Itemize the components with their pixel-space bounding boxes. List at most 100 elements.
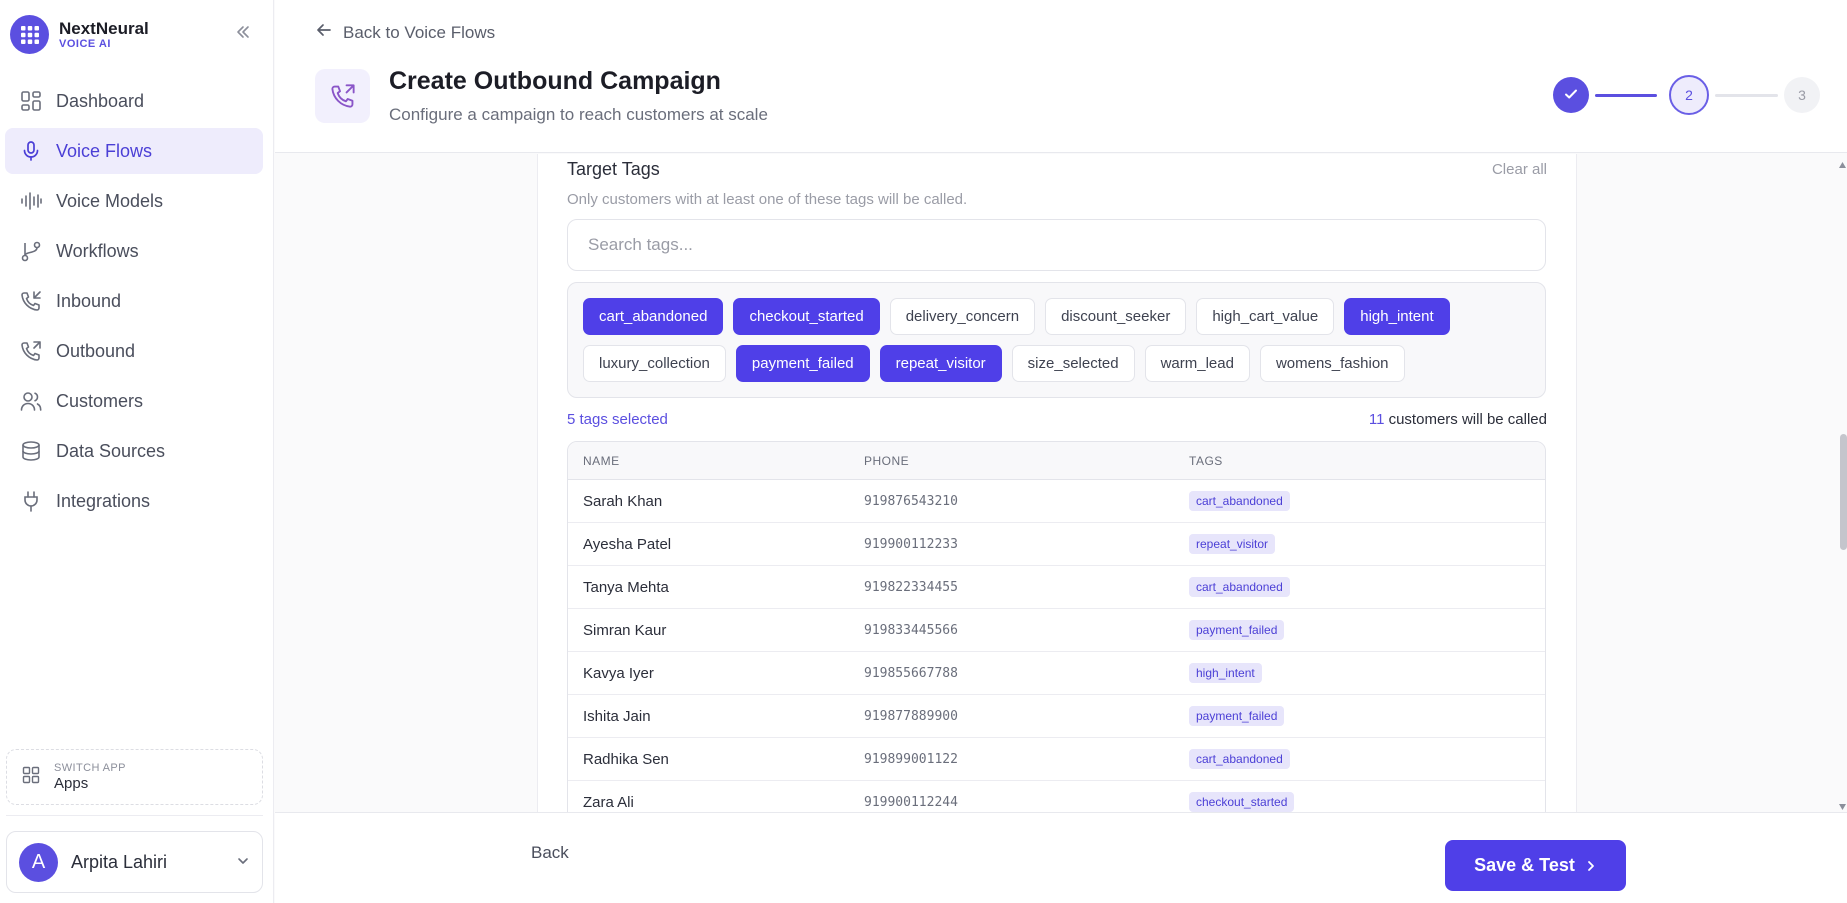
sidebar-item-inbound[interactable]: Inbound — [5, 278, 263, 324]
tag-chip-luxury-collection[interactable]: luxury_collection — [583, 345, 726, 382]
table-row[interactable]: Tanya Mehta 919822334455 cart_abandoned — [568, 566, 1545, 609]
page-title: Create Outbound Campaign — [389, 67, 721, 95]
back-to-voice-flows-link[interactable]: Back to Voice Flows — [315, 21, 495, 44]
target-tags-card: Target Tags Clear all Only customers wit… — [537, 154, 1577, 812]
database-icon — [19, 439, 43, 463]
customer-phone: 919833445566 — [864, 622, 958, 638]
customer-phone: 919822334455 — [864, 579, 958, 595]
waveform-icon — [19, 189, 43, 213]
customer-name: Kavya Iyer — [583, 664, 654, 682]
search-tags-input[interactable] — [567, 219, 1546, 271]
sidebar-item-label: Inbound — [56, 290, 122, 311]
tag-badge: cart_abandoned — [1189, 577, 1290, 597]
customer-name: Simran Kaur — [583, 621, 667, 639]
brand-subtitle: VOICE AI — [59, 37, 111, 50]
sidebar-item-label: Workflows — [56, 240, 139, 261]
tag-badge: cart_abandoned — [1189, 491, 1290, 511]
tag-chip-size-selected[interactable]: size_selected — [1011, 345, 1135, 382]
tag-chip-delivery-concern[interactable]: delivery_concern — [889, 298, 1036, 335]
sidebar-item-voice-models[interactable]: Voice Models — [5, 178, 263, 224]
brand[interactable]: NextNeural VOICE AI — [10, 15, 149, 54]
customer-tags: payment_failed — [1189, 706, 1545, 726]
sidebar-item-label: Voice Flows — [56, 140, 153, 161]
tag-chip-payment-failed[interactable]: payment_failed — [735, 345, 870, 382]
sidebar-item-data-sources[interactable]: Data Sources — [5, 428, 263, 474]
table-row[interactable]: Kavya Iyer 919855667788 high_intent — [568, 652, 1545, 695]
sidebar-item-customers[interactable]: Customers — [5, 378, 263, 424]
column-header-phone[interactable]: PHONE — [864, 454, 1189, 468]
customer-name: Ayesha Patel — [583, 535, 672, 553]
table-row[interactable]: Radhika Sen 919899001122 cart_abandoned — [568, 738, 1545, 781]
sidebar-item-label: Integrations — [56, 490, 151, 511]
user-menu[interactable]: A Arpita Lahiri — [6, 831, 263, 893]
tag-chip-high-cart-value[interactable]: high_cart_value — [1196, 298, 1335, 335]
section-title: Target Tags — [567, 159, 660, 179]
customer-name: Zara Ali — [583, 793, 634, 811]
table-row[interactable]: Simran Kaur 919833445566 payment_failed — [568, 609, 1545, 652]
customer-phone: 919877889900 — [864, 708, 958, 724]
table-row[interactable]: Ishita Jain 919877889900 payment_failed — [568, 695, 1545, 738]
plug-icon — [19, 489, 43, 513]
sidebar: NextNeural VOICE AI Dashboard Voice Flow… — [0, 0, 274, 903]
scrollbar-thumb[interactable] — [1840, 434, 1847, 550]
table-body: Sarah Khan 919876543210 cart_abandoned Ayes… — [568, 480, 1545, 812]
customer-tags: high_intent — [1189, 663, 1545, 683]
sidebar-item-voice-flows[interactable]: Voice Flows — [5, 128, 263, 174]
check-icon — [1563, 86, 1579, 105]
clear-all-button[interactable]: Clear all — [1492, 161, 1547, 178]
customer-name: Ishita Jain — [583, 707, 651, 725]
step-1-complete[interactable] — [1553, 77, 1589, 113]
table-row[interactable]: Sarah Khan 919876543210 cart_abandoned — [568, 480, 1545, 523]
switch-app-button[interactable]: SWITCH APP Apps — [6, 749, 263, 805]
customer-phone: 919876543210 — [864, 493, 958, 509]
customers-count: 11 — [1368, 411, 1385, 428]
collapse-sidebar-icon[interactable] — [233, 22, 253, 42]
tag-picker: cart_abandoned checkout_started delivery_c… — [567, 282, 1546, 398]
tag-badge: repeat_visitor — [1189, 534, 1276, 554]
tag-chip-high-intent[interactable]: high_intent — [1344, 298, 1450, 335]
sidebar-item-label: Data Sources — [56, 440, 166, 461]
step-3[interactable]: 3 — [1784, 77, 1820, 113]
tag-row: luxury_collection payment_failed repeat_vi… — [583, 345, 1545, 382]
tag-chip-cart-abandoned[interactable]: cart_abandoned — [583, 298, 724, 335]
tag-chip-repeat-visitor[interactable]: repeat_visitor — [879, 345, 1002, 382]
tag-chip-womens-fashion[interactable]: womens_fashion — [1259, 345, 1405, 382]
customer-tags: payment_failed — [1189, 620, 1545, 640]
sidebar-item-dashboard[interactable]: Dashboard — [5, 78, 263, 124]
divider — [6, 815, 263, 816]
save-and-test-button[interactable]: Save & Test — [1445, 840, 1626, 891]
switch-app-label: Apps — [54, 774, 89, 792]
chevron-right-icon — [1585, 860, 1597, 872]
column-header-tags[interactable]: TAGS — [1189, 454, 1545, 468]
customer-tags: cart_abandoned — [1189, 749, 1545, 769]
customer-phone: 919900112233 — [864, 536, 958, 552]
users-icon — [19, 389, 43, 413]
switch-app-caption: SWITCH APP — [54, 761, 126, 774]
user-name: Arpita Lahiri — [71, 851, 168, 872]
sidebar-item-integrations[interactable]: Integrations — [5, 478, 263, 524]
back-button[interactable]: Back — [531, 843, 569, 863]
tag-chip-discount-seeker[interactable]: discount_seeker — [1045, 298, 1187, 335]
tag-badge: payment_failed — [1189, 706, 1285, 726]
table-row[interactable]: Zara Ali 919900112244 checkout_started — [568, 781, 1545, 812]
phone-outgoing-icon — [315, 69, 370, 123]
tag-chip-warm-lead[interactable]: warm_lead — [1144, 345, 1250, 382]
scroll-up-icon[interactable] — [1838, 156, 1847, 174]
arrow-left-icon — [315, 21, 333, 44]
customers-count-label: customers will be called — [1388, 411, 1547, 428]
tag-badge: checkout_started — [1189, 792, 1295, 812]
column-header-name[interactable]: NAME — [568, 454, 864, 468]
sidebar-item-workflows[interactable]: Workflows — [5, 228, 263, 274]
table-row[interactable]: Ayesha Patel 919900112233 repeat_visitor — [568, 523, 1545, 566]
customer-name: Radhika Sen — [583, 750, 669, 768]
tag-chip-checkout-started[interactable]: checkout_started — [733, 298, 880, 335]
step-2-current[interactable]: 2 — [1669, 75, 1709, 115]
step-connector — [1715, 94, 1778, 97]
workflow-icon — [19, 239, 43, 263]
phone-outgoing-icon — [19, 339, 43, 363]
sidebar-nav: Dashboard Voice Flows Voice Models Workf… — [5, 78, 263, 528]
chevron-down-icon — [236, 854, 250, 873]
customer-tags: cart_abandoned — [1189, 491, 1545, 511]
sidebar-item-outbound[interactable]: Outbound — [5, 328, 263, 374]
sidebar-item-label: Outbound — [56, 340, 136, 361]
